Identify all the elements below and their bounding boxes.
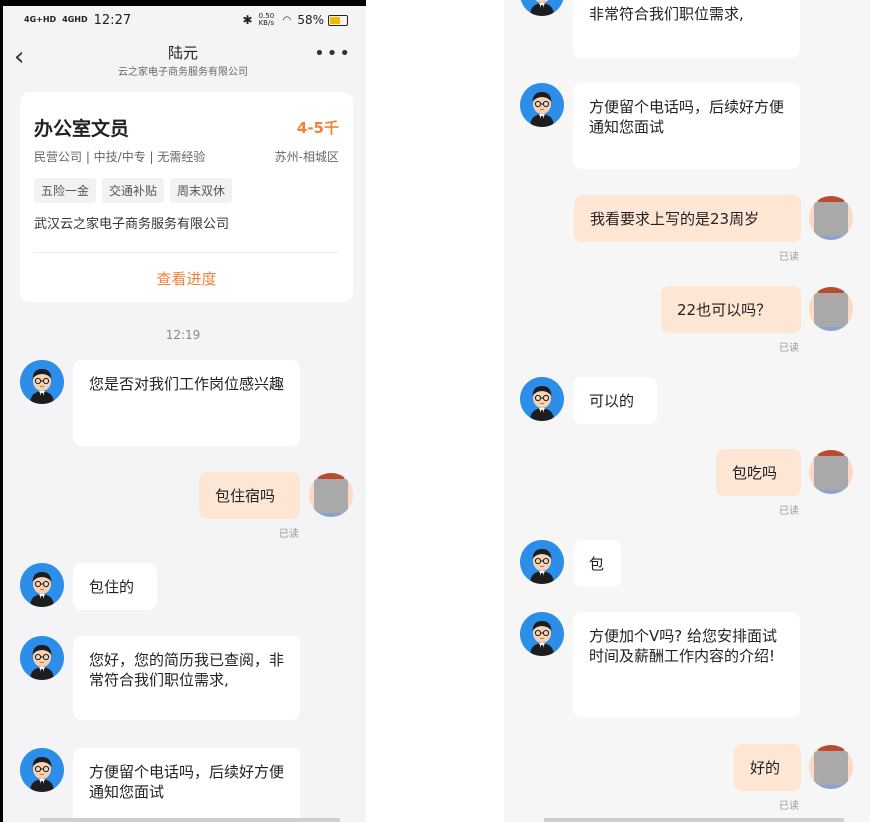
status-bar: 4G+HD 4GHD 12:27 ✱ 0.50 KB/s ◠ 58% <box>0 6 366 34</box>
signal-2: 4GHD <box>62 15 88 24</box>
battery-icon <box>328 14 348 26</box>
message-bubble-incoming: 您好，您的简历我已查阅，非常符合我们职位需求, <box>73 636 300 720</box>
bluetooth-icon: ✱ <box>242 13 253 27</box>
job-tag: 周末双休 <box>170 178 233 203</box>
recruiter-avatar[interactable] <box>520 0 564 16</box>
message-bubble-outgoing: 包住宿吗 <box>199 472 300 519</box>
recruiter-avatar[interactable] <box>20 360 64 404</box>
contact-name: 陆元 <box>167 44 198 62</box>
scroll-indicator <box>544 818 844 822</box>
user-avatar[interactable] <box>809 287 853 331</box>
job-tag: 五险一金 <box>34 178 97 203</box>
message-bubble-incoming: 方便留个电话吗，后续好方便通知您面试 <box>73 748 300 822</box>
message-bubble-incoming: 可以的 <box>573 377 657 424</box>
recruiter-avatar[interactable] <box>520 612 564 656</box>
user-avatar[interactable] <box>809 450 853 494</box>
right-chat-screenshot: 非常符合我们职位需求, 方便留个电话吗，后续好方便通知您面试 我看要求上写的是2… <box>504 0 870 822</box>
chat-header: ‹ 陆元 云之家电子商务服务有限公司 ••• <box>0 36 366 82</box>
job-card[interactable]: 办公室文员 4-5千 民营公司 | 中技/中专 | 无需经验 苏州-相城区 五险… <box>20 92 353 302</box>
more-icon[interactable]: ••• <box>314 45 352 63</box>
recruiter-avatar[interactable] <box>20 636 64 680</box>
scroll-indicator <box>40 818 340 822</box>
read-receipt: 已读 <box>779 506 799 517</box>
left-chat-screenshot: 4G+HD 4GHD 12:27 ✱ 0.50 KB/s ◠ 58% ‹ 陆元 … <box>0 0 366 822</box>
read-receipt: 已读 <box>779 252 799 263</box>
message-timestamp: 12:19 <box>165 328 201 342</box>
battery-percent: 58% <box>297 13 324 27</box>
read-receipt: 已读 <box>279 529 299 540</box>
recruiter-avatar[interactable] <box>20 748 64 792</box>
signal-1: 4G+HD <box>24 15 57 24</box>
job-company: 武汉云之家电子商务服务有限公司 <box>34 217 230 232</box>
job-location: 苏州-相城区 <box>274 150 339 164</box>
message-bubble-incoming: 包 <box>573 540 621 587</box>
contact-company: 云之家电子商务服务有限公司 <box>118 67 248 78</box>
message-bubble-incoming: 方便加个V吗? 给您安排面试时间及薪酬工作内容的介绍! <box>573 612 800 717</box>
user-avatar[interactable] <box>809 196 853 240</box>
message-bubble-outgoing: 好的 <box>734 744 801 791</box>
user-avatar[interactable] <box>809 745 853 789</box>
job-title: 办公室文员 <box>34 118 130 140</box>
user-avatar[interactable] <box>309 473 353 517</box>
recruiter-avatar[interactable] <box>520 377 564 421</box>
message-bubble-outgoing: 22也可以吗？ <box>661 286 801 333</box>
message-bubble-outgoing: 包吃吗 <box>716 449 801 496</box>
job-tags: 五险一金 交通补贴 周末双休 <box>34 178 233 203</box>
read-receipt: 已读 <box>779 343 799 354</box>
job-meta: 民营公司 | 中技/中专 | 无需经验 <box>34 150 206 164</box>
read-receipt: 已读 <box>779 801 799 812</box>
message-bubble-incoming: 非常符合我们职位需求, <box>573 0 800 58</box>
view-progress-link[interactable]: 查看进度 <box>20 268 353 289</box>
message-bubble-incoming: 包住的 <box>73 563 157 610</box>
status-time: 12:27 <box>93 12 132 28</box>
message-bubble-incoming: 方便留个电话吗，后续好方便通知您面试 <box>573 83 800 169</box>
divider <box>34 252 339 253</box>
message-bubble-outgoing: 我看要求上写的是23周岁 <box>574 195 801 242</box>
job-tag: 交通补贴 <box>102 178 165 203</box>
net-speed: 0.50 KB/s <box>258 12 275 27</box>
recruiter-avatar[interactable] <box>20 563 64 607</box>
recruiter-avatar[interactable] <box>520 83 564 127</box>
recruiter-avatar[interactable] <box>520 540 564 584</box>
wifi-icon: ◠ <box>282 14 292 26</box>
message-bubble-incoming: 您是否对我们工作岗位感兴趣 <box>73 360 300 446</box>
job-salary: 4-5千 <box>296 119 339 137</box>
